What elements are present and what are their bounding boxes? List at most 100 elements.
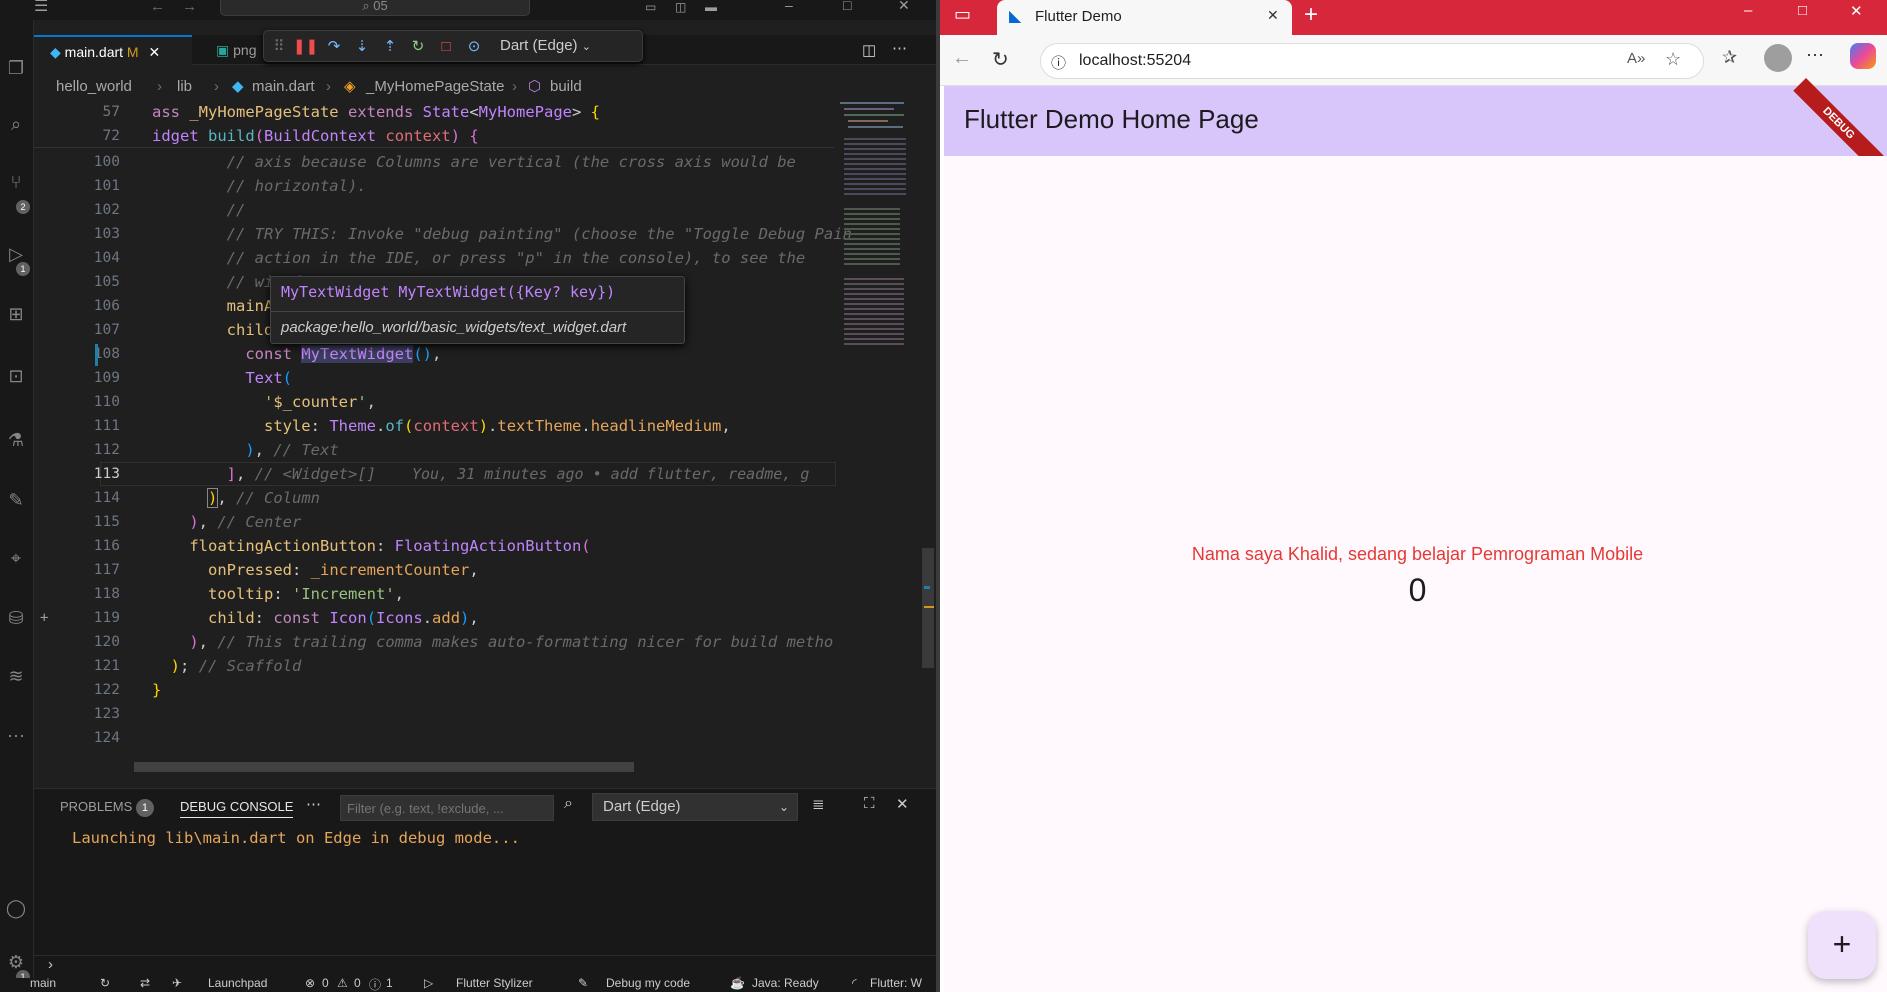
menu-icon[interactable]: ☰ [34,0,48,15]
minimap[interactable] [834,98,920,378]
code-line[interactable]: tooltip: 'Increment', [152,582,404,606]
code-line[interactable]: floatingActionButton: FloatingActionButt… [152,534,590,558]
breadcrumb-lib[interactable]: lib [177,76,192,98]
status-branch[interactable]: main [30,976,56,990]
split-icon[interactable]: ◫ [675,0,686,14]
copilot-icon[interactable] [1850,43,1876,69]
account-icon[interactable]: ◯ [4,896,28,920]
back-arrow-icon[interactable]: ← [150,0,165,14]
drag-handle-icon[interactable]: ⠿ [268,36,290,58]
code-editor[interactable]: 100 // axis because Columns are vertical… [34,98,852,772]
status-stylizer[interactable]: Flutter Stylizer [456,976,533,990]
browser-tab[interactable]: ◣ Flutter Demo ✕ [997,0,1292,35]
code-line[interactable]: ), // Center [152,510,301,534]
read-aloud-icon[interactable]: A» [1627,50,1645,67]
code-line[interactable]: } [152,678,161,702]
tab-close-icon[interactable]: ✕ [1267,7,1279,24]
add-line-icon[interactable]: + [40,606,48,630]
breadcrumb-folder[interactable]: hello_world [56,76,132,98]
source-control-icon[interactable]: ⑂ [4,170,28,194]
favorite-star-icon[interactable]: ☆ [1665,49,1681,70]
step-out-icon[interactable]: ⇡ [379,36,401,58]
database-icon[interactable]: ⛁ [4,606,28,630]
clear-console-icon[interactable]: ≣ [812,795,825,813]
close-icon[interactable]: ✕ [1850,2,1863,20]
step-into-icon[interactable]: ⇣ [351,36,373,58]
inspector-icon[interactable]: ⌖ [4,546,28,570]
code-line[interactable]: // TRY THIS: Invoke "debug painting" (ch… [152,222,852,246]
code-line[interactable]: // [152,198,246,222]
maximize-panel-icon[interactable]: ⛶ [864,795,875,812]
status-info[interactable]: 1 [386,976,393,990]
breadcrumb-method[interactable]: build [550,76,582,98]
code-line[interactable]: // horizontal). [152,174,367,198]
increment-fab[interactable]: + [1808,911,1876,979]
command-center-search[interactable]: ⌕ 05 [220,0,530,16]
status-errors[interactable]: 0 [322,976,329,990]
back-arrow-icon[interactable]: ← [952,47,972,70]
favorites-icon[interactable]: ✰ [1722,47,1737,68]
breadcrumb-class[interactable]: _MyHomePageState [366,76,504,98]
code-line[interactable]: child: const Icon(Icons.add), [152,606,479,630]
horizontal-scrollbar[interactable] [134,762,634,772]
new-tab-icon[interactable]: + [1304,1,1318,29]
search-icon[interactable]: ⌕ [4,112,28,136]
vertical-scrollbar[interactable] [920,98,936,763]
profile-avatar[interactable] [1764,44,1792,72]
code-line[interactable]: onPressed: _incrementCounter, [152,558,479,582]
status-flutter[interactable]: Flutter: W [870,976,922,990]
code-line[interactable]: // action in the IDE, or press "p" in th… [152,246,806,270]
pen-icon[interactable]: ✎ [4,488,28,512]
restart-icon[interactable]: ↻ [407,36,429,58]
tab-debug-console[interactable]: DEBUG CONSOLE [180,797,294,818]
remote-icon[interactable]: ⇄ [140,976,150,990]
more-actions-icon[interactable]: ⋯ [892,39,907,57]
code-line[interactable]: ), // Text [152,438,338,462]
maximize-icon[interactable]: □ [843,0,851,12]
more-options-icon[interactable]: ⋯ [1806,45,1824,66]
status-warnings[interactable]: 0 [354,976,361,990]
code-line[interactable]: const MyTextWidget(), [152,342,441,366]
code-line[interactable]: ), // This trailing comma makes auto-for… [152,630,834,654]
layout-icon[interactable]: ▭ [645,0,656,14]
url-field[interactable]: ⓘ localhost:55204 A» ☆ [1040,43,1704,79]
remote-explorer-icon[interactable]: ⊡ [4,364,28,388]
debug-config-select[interactable]: Dart (Edge) ⌄ [496,34,616,58]
minimize-icon[interactable]: – [785,0,793,12]
reload-icon[interactable]: ↻ [992,47,1009,72]
extensions-icon[interactable]: ⊞ [4,302,28,326]
more-icon[interactable]: ⋯ [306,795,321,813]
code-line[interactable]: Text( [152,366,292,390]
pause-icon[interactable]: ❚❚ [293,36,318,58]
code-line[interactable]: ); // Scaffold [152,654,302,678]
split-editor-icon[interactable]: ◫ [862,41,876,59]
status-launchpad[interactable]: Launchpad [208,976,267,990]
stop-icon[interactable]: □ [435,36,457,58]
filter-input[interactable] [340,795,554,821]
breadcrumb-file[interactable]: main.dart [252,76,315,98]
console-config-select[interactable]: Dart (Edge) ⌄ [592,793,798,821]
code-line[interactable]: style: Theme.of(context).textTheme.headl… [152,414,731,438]
sync-icon[interactable]: ↻ [100,976,110,990]
close-icon[interactable]: ✕ [898,0,910,12]
panel-icon[interactable]: ▬ [705,0,717,14]
close-panel-icon[interactable]: ✕ [896,795,909,813]
forward-arrow-icon[interactable]: → [182,0,197,14]
status-java[interactable]: Java: Ready [752,976,819,990]
code-line[interactable]: '$_counter', [152,390,376,414]
step-over-icon[interactable]: ↷ [323,36,345,58]
sticky-line[interactable]: ass _MyHomePageState extends State<MyHom… [152,100,600,124]
code-line[interactable]: // axis because Columns are vertical (th… [152,150,796,174]
tab-problems[interactable]: PROBLEMS 1 [60,797,154,817]
code-line[interactable]: ), // Column [152,486,320,510]
maximize-icon[interactable]: □ [1798,2,1807,19]
explorer-icon[interactable]: ❐ [4,56,28,80]
tab-actions-icon[interactable]: ▭ [954,4,971,25]
inspect-widget-icon[interactable]: ⊙ [463,36,485,58]
code-line[interactable]: ], // <Widget>[] [152,462,376,486]
tab-close-icon[interactable]: ✕ [148,44,160,60]
minimize-icon[interactable]: – [1744,2,1752,19]
more-icon[interactable]: ⋯ [4,724,28,748]
testing-icon[interactable]: ⚗ [4,428,28,452]
tab-main-dart[interactable]: ◆ main.dart M ✕ [34,35,192,65]
